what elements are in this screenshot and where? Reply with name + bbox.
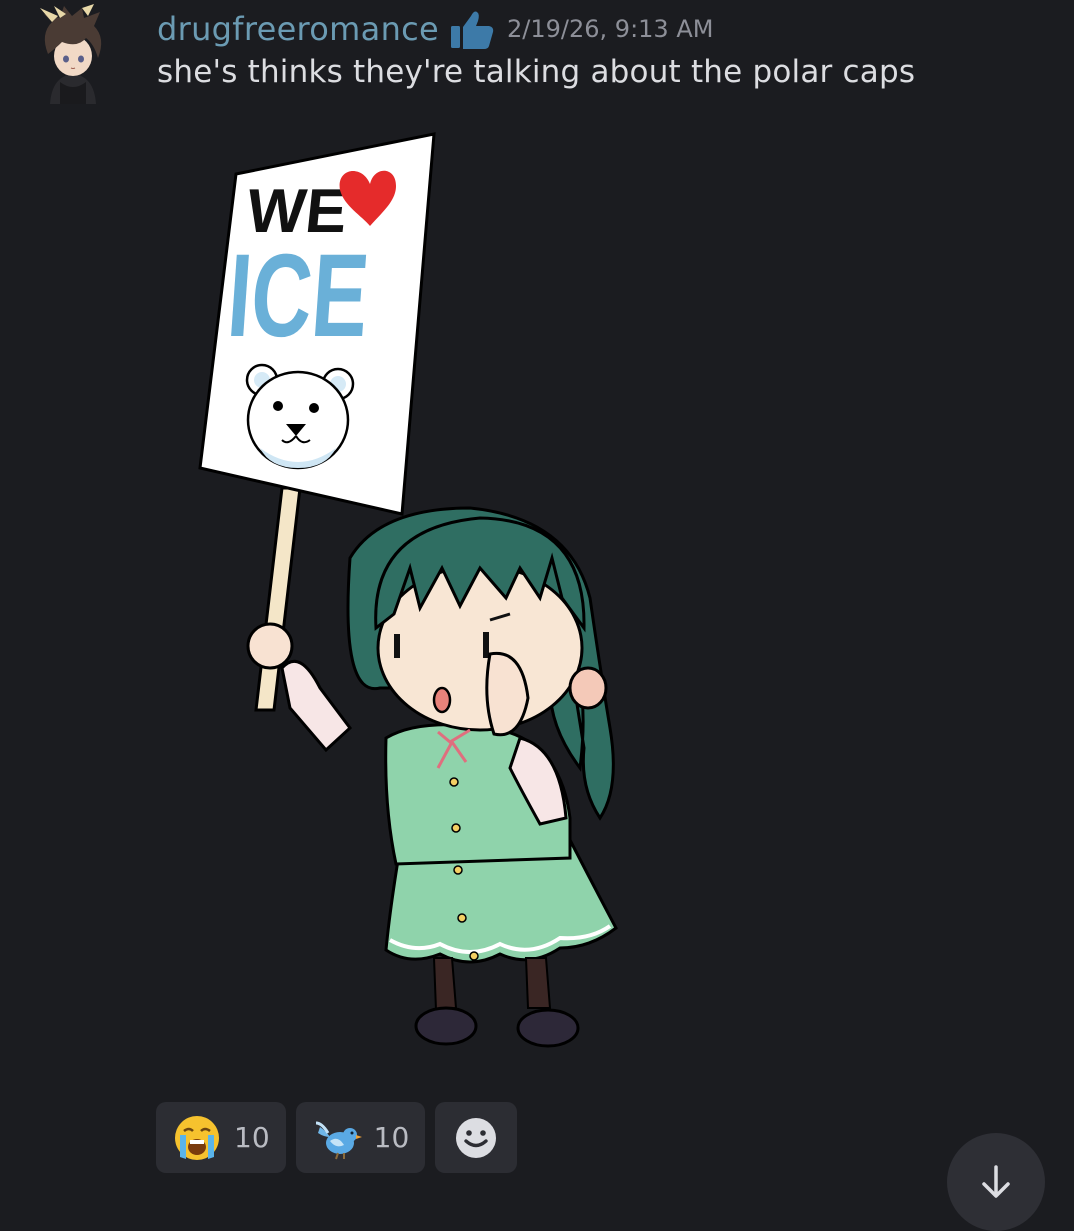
add-reaction-button[interactable] — [435, 1102, 518, 1173]
sticker-image[interactable]: WE ICE — [190, 128, 650, 1068]
message-header: drugfreeromance 2/19/26, 9:13 AM — [157, 6, 713, 52]
blue-bird-icon — [312, 1113, 362, 1163]
username[interactable]: drugfreeromance — [157, 10, 439, 48]
reaction-count: 10 — [373, 1121, 410, 1154]
avatar-image — [40, 4, 102, 104]
avatar[interactable] — [30, 4, 116, 104]
sign-line2: ICE — [224, 230, 373, 362]
reaction-blue-bird[interactable]: 10 — [295, 1102, 426, 1173]
loudly-crying-face-icon — [172, 1113, 222, 1163]
timestamp: 2/19/26, 9:13 AM — [507, 15, 714, 43]
scroll-to-bottom-button[interactable] — [947, 1133, 1045, 1231]
reaction-count: 10 — [234, 1121, 270, 1154]
reaction-loudly-crying[interactable]: 10 — [156, 1102, 286, 1173]
arrow-down-icon — [976, 1133, 1016, 1203]
thumbs-up-icon — [449, 6, 495, 52]
reaction-bar: 10 10 — [156, 1102, 518, 1173]
smiley-face-icon — [454, 1116, 498, 1160]
message-text: she's thinks they're talking about the p… — [157, 54, 916, 90]
